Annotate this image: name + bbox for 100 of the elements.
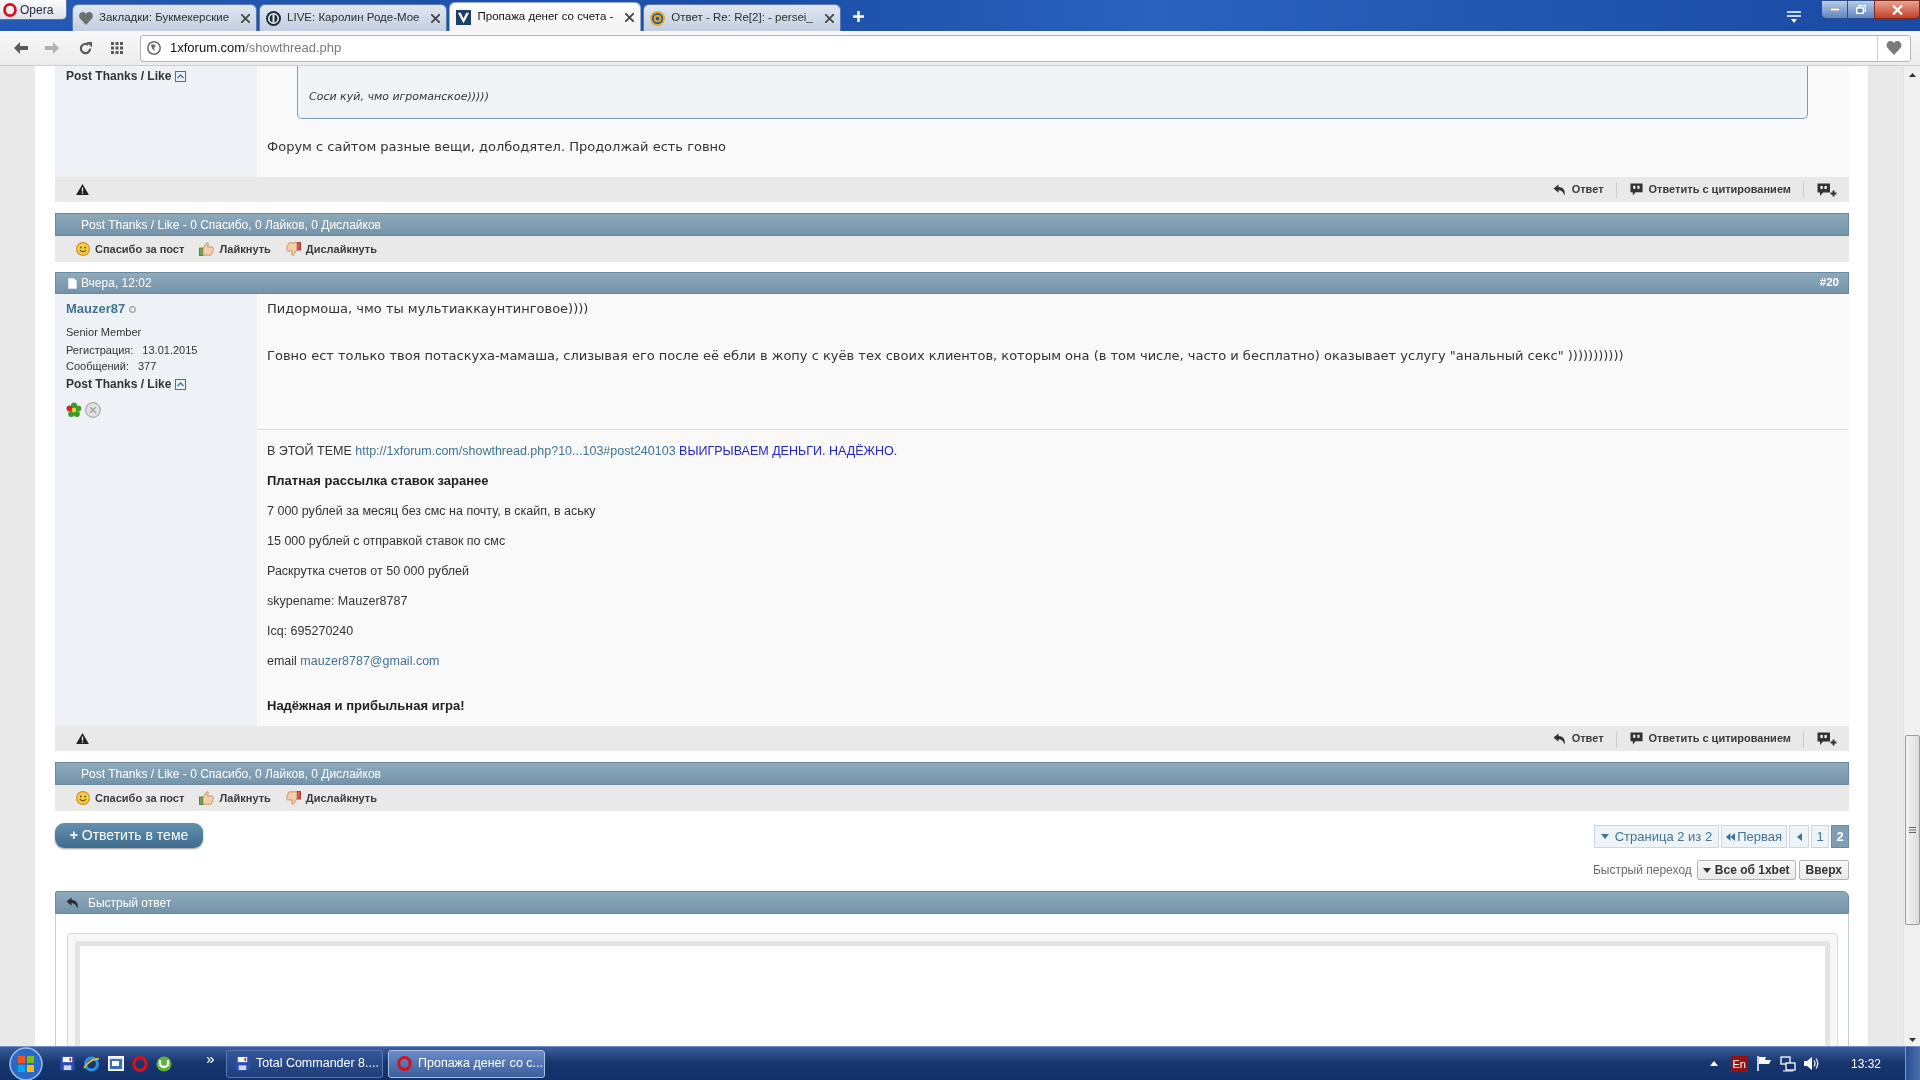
- stat-label: Сообщений:: [66, 359, 129, 375]
- thumbs-up-icon: [199, 791, 215, 805]
- browser-tab[interactable]: Ответ - Re: Re[2]: - persei_: [643, 4, 841, 31]
- thanks-label: Post Thanks / Like: [66, 376, 172, 393]
- forum-jump-button[interactable]: Все об 1xbet: [1696, 860, 1796, 880]
- scroll-up-icon[interactable]: [1908, 73, 1916, 77]
- taskbar-button[interactable]: Total Commander 8....: [226, 1049, 383, 1078]
- stat-label: Регистрация:: [66, 343, 134, 359]
- like-button[interactable]: Лайкнуть: [199, 789, 271, 807]
- site-info-icon[interactable]: [147, 41, 161, 55]
- opera-menu-button[interactable]: Opera: [0, 0, 67, 20]
- first-page-button[interactable]: Первая: [1721, 825, 1787, 848]
- signature-text: 15 000 рублей с отправкой ставок по смс: [267, 533, 506, 550]
- warning-icon[interactable]: [76, 733, 89, 744]
- restore-button[interactable]: [1848, 0, 1874, 19]
- opera-logo-icon: [3, 2, 17, 17]
- user-rank: Senior Member: [66, 325, 142, 340]
- message-text: Форум с сайтом разные вещи, долбодятел. Продолжай есть говно: [267, 138, 727, 156]
- scroll-down-icon[interactable]: [1908, 1038, 1916, 1042]
- reply-with-quote-button[interactable]: Ответить с цитированием: [1629, 730, 1791, 747]
- chevron-icon[interactable]: [207, 1056, 214, 1063]
- minimize-button[interactable]: [1821, 0, 1848, 19]
- network-icon[interactable]: [1779, 1055, 1796, 1072]
- scrollbar-thumb[interactable]: [1904, 735, 1920, 925]
- menu-icon[interactable]: [1787, 10, 1801, 23]
- back-arrow-icon[interactable]: [14, 42, 28, 54]
- clock-time[interactable]: 13:32: [1850, 1054, 1881, 1073]
- close-icon[interactable]: [241, 13, 251, 23]
- stat-value: 13.01.2015: [142, 343, 198, 359]
- signature-text: skypename: Mauzer8787: [267, 593, 408, 610]
- quick-nav-label: Быстрый переход: [1592, 862, 1692, 879]
- double-left-icon: [1726, 832, 1736, 841]
- username-link[interactable]: Mauzer87: [66, 299, 126, 319]
- quote-bubble-plus-icon[interactable]: [1817, 182, 1837, 197]
- up-arrow-icon[interactable]: [1709, 1061, 1718, 1066]
- link[interactable]: http://1xforum.com/showthread.php?10...103#post240103: [355, 444, 676, 458]
- back-to-top-button[interactable]: Вверх: [1798, 860, 1849, 880]
- signature-text: 7 000 рублей за месяц без смс на почту, в скайп, в аську: [267, 503, 596, 520]
- window-icon[interactable]: [108, 1056, 124, 1071]
- previous-page-button[interactable]: [1789, 825, 1809, 848]
- close-button[interactable]: [1874, 0, 1920, 19]
- collapse-icon[interactable]: [175, 70, 187, 82]
- address-field[interactable]: 1xforum.com/showthread.php: [140, 34, 1911, 62]
- dislike-button[interactable]: Дислайкнуть: [285, 240, 377, 258]
- heart-icon: [79, 11, 93, 25]
- language-indicator[interactable]: En: [1730, 1055, 1748, 1072]
- signature-closing: Надёжная и прибыльная игра!: [267, 697, 465, 715]
- show-desktop-button[interactable]: [1905, 1047, 1920, 1080]
- reply-with-quote-button[interactable]: Ответить с цитированием: [1629, 181, 1791, 198]
- thanks-summary: Post Thanks / Like - 0 Спасибо, 0 Лайков, 0 Дислайков: [81, 216, 381, 234]
- opera-logo-icon: [397, 1056, 412, 1071]
- link[interactable]: mauzer8787@gmail.com: [300, 654, 440, 668]
- reply-button[interactable]: Ответ: [1552, 181, 1604, 198]
- flag-icon[interactable]: [1756, 1056, 1772, 1071]
- message-text: Пидормоша, чмо ты мультиаккаунтинговое)))): [267, 300, 589, 318]
- browser-tab[interactable]: Пропажа денег со счета -: [449, 2, 642, 31]
- browser-tab[interactable]: Закладки: Букмекерские: [72, 4, 258, 31]
- close-icon[interactable]: [824, 13, 834, 23]
- close-icon[interactable]: [431, 13, 441, 23]
- new-tab-icon[interactable]: [852, 11, 864, 22]
- opera-logo-icon: [132, 1055, 148, 1072]
- close-icon: [1891, 4, 1903, 15]
- quick-reply-title: Быстрый ответ: [88, 894, 172, 912]
- thanks-button[interactable]: Спасибо за пост: [76, 240, 185, 258]
- thumbs-down-icon: [285, 791, 301, 805]
- ring-logo-icon: [650, 10, 666, 26]
- signature-text: email mauzer8787@gmail.com: [267, 653, 440, 670]
- document-icon: [68, 277, 77, 289]
- flower-icon[interactable]: [66, 402, 82, 418]
- page-number-button[interactable]: 1: [1811, 825, 1829, 848]
- circle-logo-icon: [266, 10, 282, 26]
- reply-button[interactable]: Ответ: [1552, 730, 1604, 747]
- start-button[interactable]: [8, 1046, 44, 1080]
- signature-text: Раскрутка счетов от 50 000 рублей: [267, 563, 469, 580]
- caret-left-icon: [1796, 832, 1802, 841]
- signature-text: Icq: 695270240: [267, 623, 354, 640]
- ring-swoosh-icon[interactable]: [83, 1055, 100, 1072]
- like-button[interactable]: Лайкнуть: [199, 240, 271, 258]
- taskbar-button[interactable]: Пропажа денег со с...: [388, 1049, 545, 1078]
- reload-icon[interactable]: [79, 41, 92, 55]
- volume-icon[interactable]: [1803, 1056, 1820, 1071]
- quote-bubble-icon: [1629, 183, 1643, 196]
- reply-arrow-icon: [66, 896, 79, 909]
- thumbs-down-icon: [285, 242, 301, 256]
- reply-to-thread-button[interactable]: + Ответить в теме: [55, 823, 203, 848]
- browser-tab[interactable]: LIVE: Каролин Роде-Мое: [259, 4, 448, 31]
- warning-icon[interactable]: [76, 184, 89, 195]
- quote-bubble-plus-icon[interactable]: [1817, 731, 1837, 746]
- grid-icon[interactable]: [111, 42, 123, 54]
- smiley-icon: [76, 242, 90, 256]
- quote-bubble-icon: [1629, 732, 1643, 745]
- heart-icon[interactable]: [1886, 41, 1902, 55]
- dislike-button[interactable]: Дислайкнуть: [285, 789, 377, 807]
- close-icon[interactable]: [625, 12, 635, 22]
- thanks-button[interactable]: Спасибо за пост: [76, 789, 185, 807]
- square-logo-icon: [456, 9, 472, 25]
- u-shape-circle-icon[interactable]: [156, 1055, 172, 1072]
- collapse-icon[interactable]: [175, 378, 187, 390]
- reply-arrow-icon: [1552, 183, 1566, 196]
- page-selector-button[interactable]: Страница 2 из 2: [1593, 825, 1720, 848]
